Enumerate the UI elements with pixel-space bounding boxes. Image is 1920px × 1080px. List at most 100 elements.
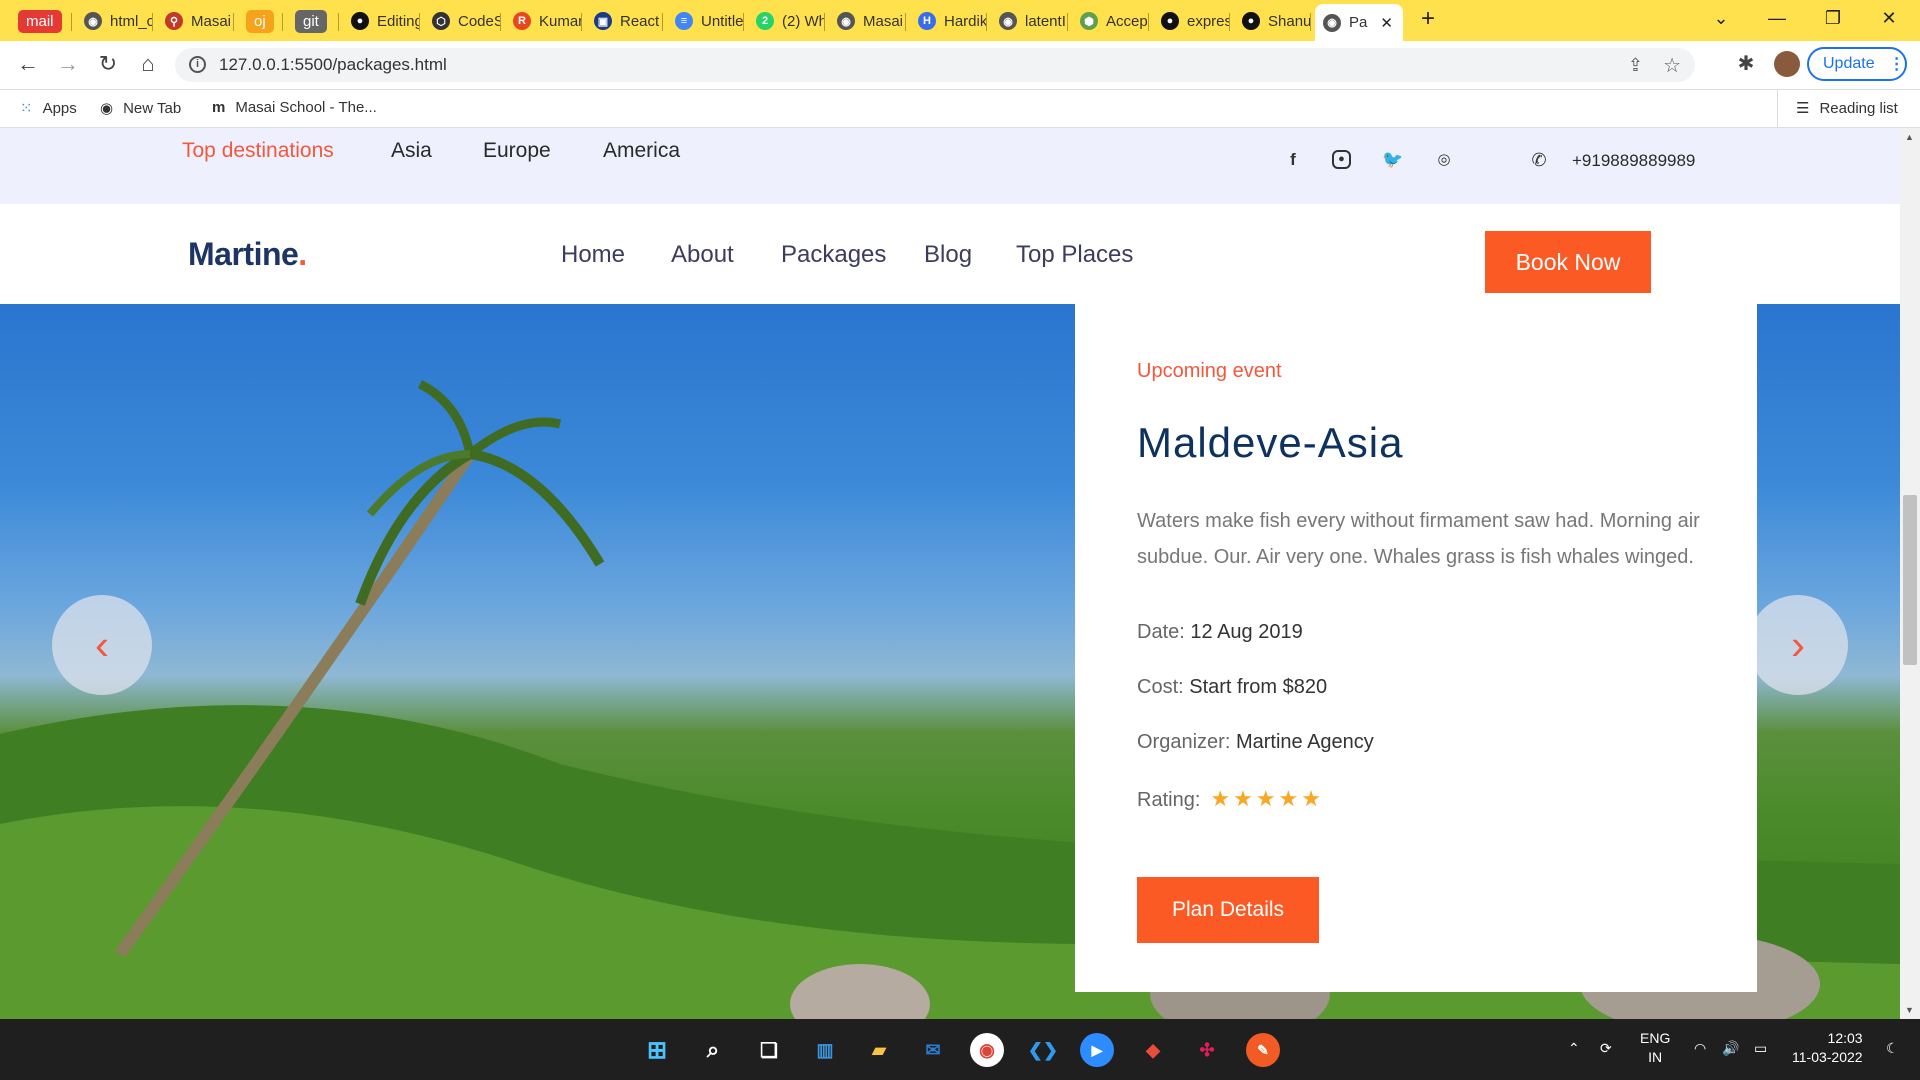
tab-separator bbox=[500, 13, 501, 31]
volume-icon[interactable]: 🔊 bbox=[1722, 1039, 1739, 1058]
scrollbar-thumb[interactable] bbox=[1903, 495, 1917, 665]
update-button[interactable]: Update ⋮ bbox=[1807, 47, 1907, 81]
tab-label: Masai bbox=[863, 12, 904, 30]
widgets-icon[interactable]: ▥ bbox=[808, 1033, 842, 1067]
vscode-icon[interactable]: ❮❯ bbox=[1026, 1033, 1060, 1067]
close-tab-icon[interactable]: ✕ bbox=[1380, 14, 1393, 32]
browser-tab[interactable]: ⬡ CodeS bbox=[424, 6, 501, 36]
tab-separator bbox=[824, 13, 825, 31]
site-header: Martine. Home About Packages Blog Top Pl… bbox=[0, 204, 1900, 304]
link-asia[interactable]: Asia bbox=[391, 139, 432, 163]
nav-packages[interactable]: Packages bbox=[781, 241, 886, 269]
event-cost: Cost: Start from $820 bbox=[1137, 676, 1328, 698]
start-icon[interactable]: ⊞ bbox=[640, 1033, 674, 1067]
globe-icon: ◉ bbox=[837, 12, 855, 30]
scroll-down-icon[interactable]: ▼ bbox=[1905, 1005, 1914, 1015]
tab-search-icon[interactable]: ⌄ bbox=[1706, 8, 1736, 29]
browser-tab[interactable]: ≡ Untitle bbox=[667, 6, 744, 36]
nav-home[interactable]: Home bbox=[561, 241, 625, 269]
prev-slide-button[interactable]: ‹ bbox=[52, 595, 152, 695]
tab-separator bbox=[662, 13, 663, 31]
extensions-icon[interactable]: ✱ bbox=[1732, 51, 1760, 76]
reading-list-button[interactable]: ☰ Reading list bbox=[1796, 99, 1898, 118]
close-window-button[interactable]: ✕ bbox=[1874, 8, 1904, 29]
minimize-button[interactable]: — bbox=[1762, 8, 1792, 29]
github-icon: ● bbox=[1242, 12, 1260, 30]
url-bar[interactable]: i 127.0.0.1:5500/packages.html ⇪ ☆ bbox=[175, 48, 1695, 82]
link-europe[interactable]: Europe bbox=[483, 139, 551, 163]
back-button[interactable]: ← bbox=[14, 51, 42, 77]
book-now-button[interactable]: Book Now bbox=[1485, 231, 1651, 293]
r-icon: R bbox=[513, 12, 531, 30]
mail-icon[interactable]: ✉ bbox=[916, 1033, 950, 1067]
nav-blog[interactable]: Blog bbox=[924, 241, 972, 269]
globe-icon: ◉ bbox=[1323, 13, 1341, 32]
browser-tab[interactable]: 2 (2) Wh bbox=[748, 6, 825, 36]
postman-icon[interactable]: ✎ bbox=[1246, 1033, 1280, 1067]
do-not-disturb-icon[interactable]: ☾ bbox=[1886, 1039, 1899, 1058]
bookmark-star-icon[interactable]: ☆ bbox=[1663, 53, 1681, 78]
browser-tab[interactable]: ▣ React bbox=[586, 6, 663, 36]
nav-top-places[interactable]: Top Places bbox=[1016, 241, 1133, 269]
site-logo[interactable]: Martine. bbox=[188, 236, 307, 273]
sync-icon[interactable]: ⟳ bbox=[1600, 1039, 1612, 1058]
browser-tab[interactable]: H Hardik bbox=[910, 6, 987, 36]
browser-tab[interactable]: ⬢ Accep bbox=[1072, 6, 1149, 36]
event-title: Maldeve-Asia bbox=[1137, 419, 1404, 466]
event-organizer: Organizer: Martine Agency bbox=[1137, 731, 1374, 753]
nav-about[interactable]: About bbox=[671, 241, 734, 269]
save-icon: ▣ bbox=[594, 12, 612, 30]
browser-tab[interactable]: R Kumar bbox=[505, 6, 582, 36]
browser-tab[interactable]: ● Editing bbox=[343, 6, 420, 36]
maximize-button[interactable]: ❐ bbox=[1818, 8, 1848, 29]
plan-details-button[interactable]: Plan Details bbox=[1137, 877, 1319, 943]
browser-tab[interactable]: ◉ latentI bbox=[991, 6, 1068, 36]
reload-button[interactable]: ↻ bbox=[94, 51, 122, 77]
tray-chevron-icon[interactable]: ⌃ bbox=[1568, 1039, 1580, 1058]
home-button[interactable]: ⌂ bbox=[134, 51, 162, 77]
slack-icon[interactable]: ✣ bbox=[1190, 1033, 1224, 1067]
globe-icon: ◉ bbox=[84, 12, 102, 30]
new-tab-button[interactable]: + bbox=[1413, 5, 1443, 33]
wifi-icon[interactable]: ◠ bbox=[1694, 1039, 1706, 1058]
share-icon[interactable]: ⇪ bbox=[1628, 55, 1643, 76]
event-kicker: Upcoming event bbox=[1137, 360, 1282, 382]
bookmark-masai[interactable]: m Masai School - The... bbox=[212, 99, 377, 116]
avatar[interactable] bbox=[1774, 51, 1800, 77]
browser-tab[interactable]: ◉ Masai bbox=[829, 6, 906, 36]
link-top-destinations[interactable]: Top destinations bbox=[182, 139, 334, 163]
star-rating-icon: ★★★★★ bbox=[1210, 786, 1324, 811]
browser-tab[interactable]: mail bbox=[10, 6, 72, 36]
site-info-icon[interactable]: i bbox=[189, 56, 206, 73]
browser-tab[interactable]: ● Shanu bbox=[1234, 6, 1311, 36]
page-scrollbar[interactable]: ▲ ▼ bbox=[1900, 128, 1920, 1019]
link-america[interactable]: America bbox=[603, 139, 680, 163]
twitter-icon[interactable]: 🐦 bbox=[1382, 150, 1404, 172]
dribbble-icon[interactable]: ◎ bbox=[1433, 150, 1455, 172]
clock[interactable]: 12:03 11-03-2022 bbox=[1792, 1029, 1863, 1067]
next-slide-button[interactable]: › bbox=[1748, 595, 1848, 695]
task-view-icon[interactable]: ❏ bbox=[752, 1033, 786, 1067]
browser-tab[interactable]: ◉ Pa ✕ bbox=[1315, 4, 1403, 41]
browser-tab[interactable]: git bbox=[287, 6, 339, 36]
bookmark-apps[interactable]: ⁙ Apps bbox=[20, 99, 77, 118]
zoom-icon[interactable]: ▶ bbox=[1080, 1033, 1114, 1067]
language-indicator[interactable]: ENG IN bbox=[1640, 1029, 1670, 1067]
tab-label: Accep bbox=[1106, 12, 1148, 30]
chrome-icon[interactable]: ◉ bbox=[970, 1033, 1004, 1067]
instagram-icon[interactable]: ● bbox=[1332, 150, 1351, 169]
tab-label: Editing bbox=[377, 12, 420, 30]
browser-tab[interactable]: ⚲ Masai bbox=[157, 6, 234, 36]
forward-button[interactable]: → bbox=[54, 51, 82, 77]
search-icon[interactable]: ⌕ bbox=[696, 1033, 730, 1067]
battery-icon[interactable]: ▭ bbox=[1754, 1039, 1767, 1058]
bookmark-new-tab[interactable]: ◉ New Tab bbox=[100, 99, 181, 118]
git-icon[interactable]: ◆ bbox=[1136, 1033, 1170, 1067]
browser-tab[interactable]: ● expres bbox=[1153, 6, 1230, 36]
browser-tab[interactable]: oj bbox=[238, 6, 283, 36]
event-rating: Rating: ★★★★★ bbox=[1137, 786, 1324, 811]
browser-tab[interactable]: ◉ html_c bbox=[76, 6, 153, 36]
facebook-icon[interactable]: f bbox=[1282, 150, 1304, 172]
scroll-up-icon[interactable]: ▲ bbox=[1905, 132, 1914, 142]
file-explorer-icon[interactable]: ▰ bbox=[862, 1033, 896, 1067]
